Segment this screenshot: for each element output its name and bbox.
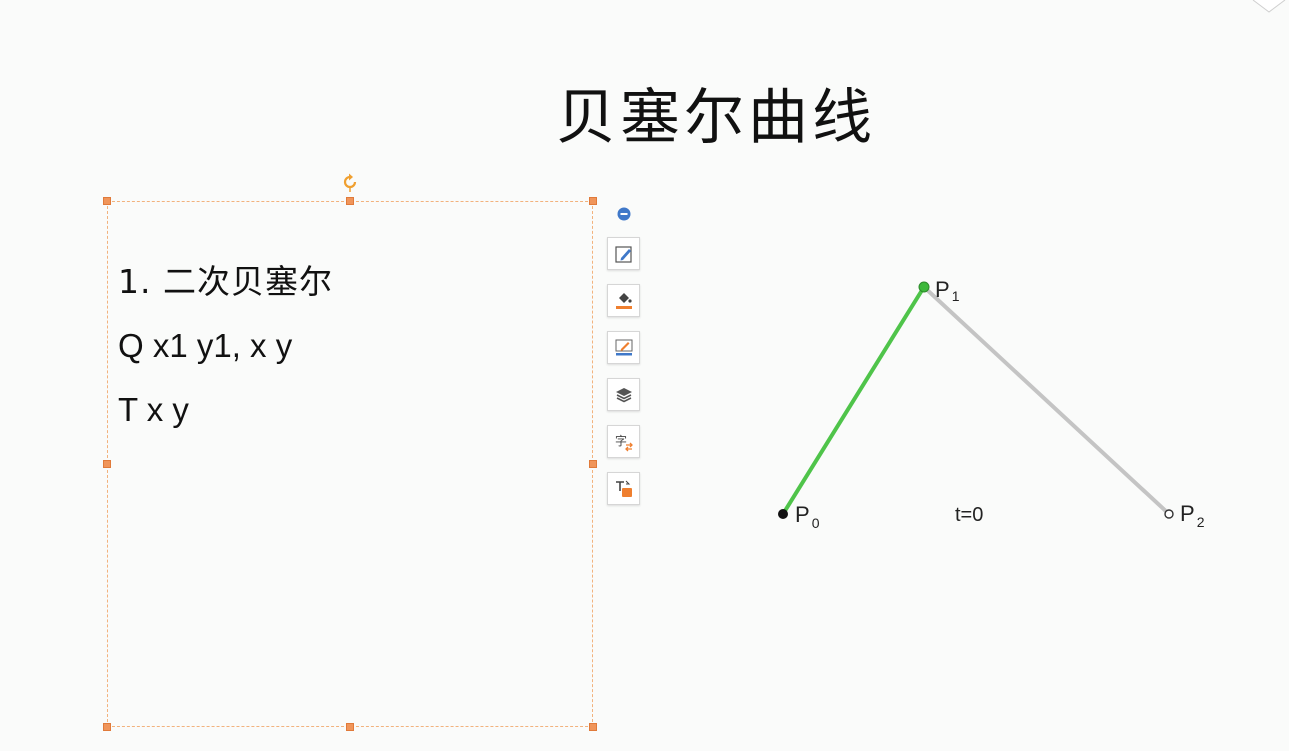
- slide: 贝塞尔曲线 1. 二次贝塞尔 Q x1 y1, x y T x y 字 P 0 …: [0, 0, 1289, 751]
- bezier-diagram: P0 P1 P2 t=0: [778, 277, 1205, 531]
- t-value-label: t=0: [955, 504, 983, 526]
- segment-p1-p2: [922, 285, 1171, 516]
- point-p1-label: P1: [935, 277, 960, 304]
- point-p2-marker[interactable]: [1164, 509, 1174, 519]
- point-p0-marker[interactable]: [778, 509, 788, 519]
- point-p1-marker[interactable]: [918, 281, 930, 293]
- point-p2-label: P2: [1180, 501, 1205, 530]
- segment-p0-p1: [781, 285, 926, 516]
- point-p0-label: P0: [795, 502, 820, 531]
